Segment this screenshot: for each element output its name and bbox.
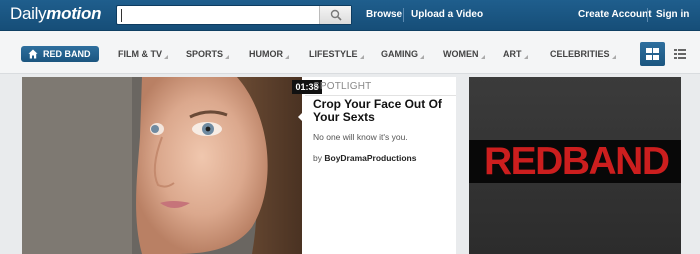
- category-label: RED BAND: [43, 49, 91, 59]
- text-cursor: [121, 9, 122, 22]
- header-separator: [647, 8, 648, 22]
- dailymotion-logo[interactable]: Dailymotion: [10, 4, 101, 26]
- category-sports[interactable]: SPORTS: [186, 49, 230, 59]
- category-nav: RED BAND FILM & TV SPORTS HUMOR LIFESTYL…: [0, 31, 700, 74]
- category-red-band[interactable]: RED BAND: [21, 46, 99, 62]
- create-account-link[interactable]: Create Account: [578, 9, 652, 20]
- category-women[interactable]: WOMEN: [443, 49, 485, 59]
- grid-view-icon: [646, 48, 659, 60]
- red-band-promo[interactable]: REDBAND: [469, 77, 681, 254]
- header-separator: [403, 8, 404, 22]
- category-lifestyle[interactable]: LIFESTYLE: [309, 49, 364, 59]
- video-thumbnail[interactable]: [22, 77, 302, 254]
- category-film-tv[interactable]: FILM & TV: [118, 49, 168, 59]
- sign-in-link[interactable]: Sign in: [656, 9, 689, 20]
- video-title[interactable]: Crop Your Face Out Of Your Sexts: [313, 98, 451, 124]
- list-view-button[interactable]: [669, 42, 691, 66]
- search-field[interactable]: [116, 5, 352, 25]
- author-link[interactable]: BoyDramaProductions: [324, 153, 416, 163]
- video-description: No one will know it's you.: [313, 132, 408, 142]
- grid-view-button[interactable]: [640, 42, 665, 66]
- list-view-icon: [674, 49, 686, 59]
- category-humor[interactable]: HUMOR: [249, 49, 289, 59]
- thumbnail-pointer: [298, 111, 304, 123]
- section-label: SPOTLIGHT: [313, 81, 372, 92]
- upload-video-link[interactable]: Upload a Video: [411, 9, 483, 20]
- search-button[interactable]: [319, 6, 351, 24]
- search-icon: [330, 9, 342, 21]
- thumbnail-image: [22, 77, 302, 254]
- category-celebrities[interactable]: CELEBRITIES: [550, 49, 616, 59]
- browse-link[interactable]: Browse: [366, 9, 402, 20]
- category-art[interactable]: ART: [503, 49, 528, 59]
- category-gaming[interactable]: GAMING: [381, 49, 424, 59]
- home-icon: [28, 49, 38, 59]
- divider: [305, 95, 456, 96]
- video-byline: by BoyDramaProductions: [313, 153, 417, 163]
- top-header: Dailymotion Browse Upload a Video Create…: [0, 0, 700, 31]
- promo-logo-text: REDBAND: [484, 140, 670, 183]
